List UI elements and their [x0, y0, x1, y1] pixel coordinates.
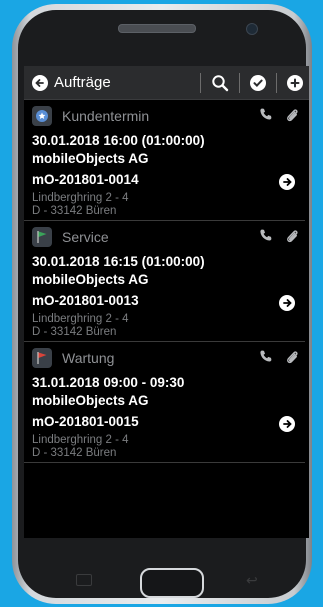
order-street: Lindberghring 2 - 4 [32, 192, 129, 204]
order-city: D - 33142 Büren [32, 447, 117, 459]
order-street: Lindberghring 2 - 4 [32, 434, 129, 446]
phone-icon[interactable] [259, 349, 273, 370]
list-item[interactable]: Wartung 31.01.2018 09:00 - 09:30 mobileO… [24, 342, 305, 463]
speaker-grille [118, 24, 196, 33]
page-title: Aufträge [54, 74, 111, 91]
list-item[interactable]: Kundentermin 30.01.2018 16:00 (01:00:00)… [24, 100, 305, 221]
app-screen: Aufträge Kundentermin 30.01.2018 16:00 (… [24, 66, 309, 538]
order-type: Kundentermin [32, 106, 149, 126]
order-actions [259, 107, 299, 128]
arrow-right-icon[interactable] [279, 174, 295, 190]
order-actions [259, 349, 299, 370]
paperclip-icon[interactable] [285, 107, 299, 128]
app-bar: Aufträge [24, 66, 309, 100]
order-list: Kundentermin 30.01.2018 16:00 (01:00:00)… [24, 100, 309, 463]
search-icon[interactable] [207, 71, 233, 95]
phone-icon[interactable] [259, 228, 273, 249]
check-icon[interactable] [250, 74, 266, 91]
order-street: Lindberghring 2 - 4 [32, 313, 129, 325]
order-city: D - 33142 Büren [32, 326, 117, 338]
order-datetime: 30.01.2018 16:00 (01:00:00) [32, 133, 205, 148]
menu-key[interactable] [76, 574, 92, 586]
green-flag-icon [32, 227, 52, 247]
front-camera [246, 23, 258, 35]
back-icon[interactable] [32, 74, 48, 91]
toolbar-divider [239, 72, 240, 93]
order-number: mO-201801-0013 [32, 293, 139, 308]
order-number: mO-201801-0015 [32, 414, 139, 429]
home-button[interactable] [140, 568, 204, 598]
order-company: mobileObjects AG [32, 393, 149, 408]
back-key-icon[interactable]: ↩ [246, 572, 258, 589]
order-datetime: 30.01.2018 16:15 (01:00:00) [32, 254, 205, 269]
order-number: mO-201801-0014 [32, 172, 139, 187]
paperclip-icon[interactable] [285, 349, 299, 370]
order-company: mobileObjects AG [32, 272, 149, 287]
order-type-label: Kundentermin [62, 108, 150, 124]
order-city: D - 33142 Büren [32, 205, 117, 217]
add-icon[interactable] [287, 74, 303, 91]
red-flag-icon [32, 348, 52, 368]
paperclip-icon[interactable] [285, 228, 299, 249]
order-type: Service [32, 227, 109, 247]
order-datetime: 31.01.2018 09:00 - 09:30 [32, 375, 185, 390]
toolbar-divider [200, 72, 201, 93]
calendar-icon [32, 106, 52, 126]
arrow-right-icon[interactable] [279, 295, 295, 311]
order-company: mobileObjects AG [32, 151, 149, 166]
list-item[interactable]: Service 30.01.2018 16:15 (01:00:00) mobi… [24, 221, 305, 342]
order-actions [259, 228, 299, 249]
order-type: Wartung [32, 348, 114, 368]
order-type-label: Wartung [62, 350, 115, 366]
arrow-right-icon[interactable] [279, 416, 295, 432]
toolbar-divider [276, 72, 277, 93]
order-type-label: Service [62, 229, 109, 245]
phone-icon[interactable] [259, 107, 273, 128]
